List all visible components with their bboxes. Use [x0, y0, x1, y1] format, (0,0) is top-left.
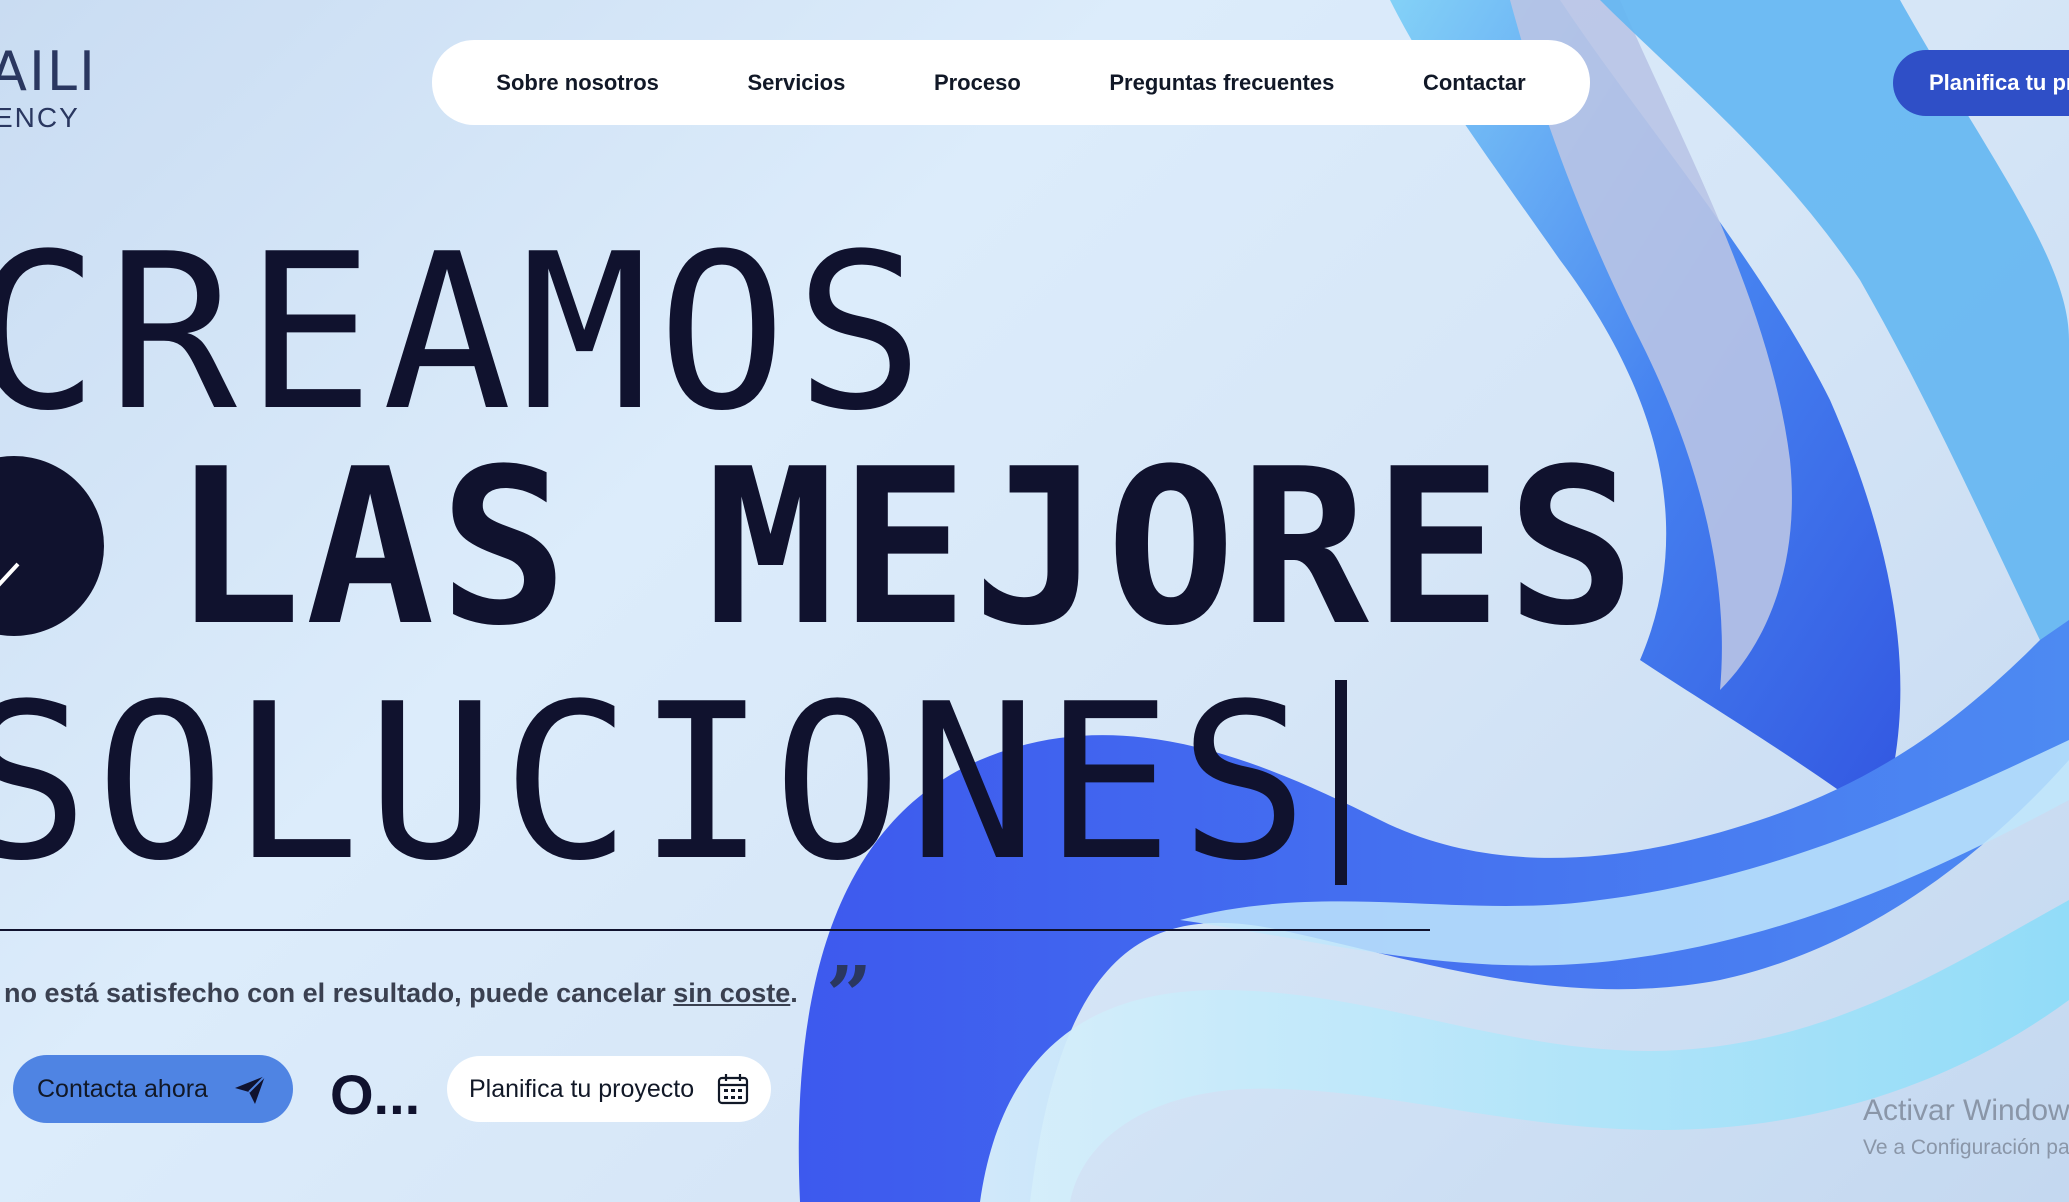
- guarantee-text-end: .: [790, 978, 798, 1008]
- windows-activation-watermark: Activar Window Ve a Configuración pa: [1863, 1094, 2069, 1160]
- plan-project-button[interactable]: Planifica tu proyecto: [447, 1056, 771, 1122]
- nav-item-faq[interactable]: Preguntas frecuentes: [1109, 70, 1334, 96]
- watermark-title: Activar Window: [1863, 1094, 2069, 1127]
- nav-item-process[interactable]: Proceso: [934, 70, 1021, 96]
- or-separator: O...: [330, 1063, 421, 1126]
- nav-item-contact[interactable]: Contactar: [1423, 70, 1526, 96]
- nav-item-about[interactable]: Sobre nosotros: [496, 70, 659, 96]
- hero-divider: [0, 929, 1430, 931]
- no-cost-link[interactable]: sin coste: [673, 978, 790, 1008]
- guarantee-text: no está satisfecho con el resultado, pue…: [4, 978, 798, 1009]
- logo-subtitle: ENCY: [0, 102, 80, 133]
- watermark-subtitle: Ve a Configuración pa: [1863, 1136, 2069, 1159]
- calendar-icon: [717, 1074, 749, 1105]
- nav-item-services[interactable]: Servicios: [747, 70, 845, 96]
- main-nav: Sobre nosotros Servicios Proceso Pregunt…: [432, 40, 1590, 125]
- hero-line-1: CREAMOS: [0, 207, 933, 458]
- landing-page: AILI ENCY Sobre nosotros Servicios Proce…: [0, 0, 2069, 1202]
- plan-project-label: Planifica tu proyecto: [469, 1074, 695, 1103]
- quote-icon: ”: [826, 948, 873, 1042]
- arrow-down-icon: [0, 562, 20, 587]
- plan-project-header-button[interactable]: Planifica tu pr: [1893, 50, 2069, 116]
- typing-cursor: [1335, 680, 1347, 885]
- hero-line-2: LAS MEJORES: [172, 422, 1640, 673]
- brand-logo[interactable]: AILI ENCY: [0, 40, 120, 140]
- logo-mark: AILI: [0, 40, 97, 103]
- contact-now-button[interactable]: Contacta ahora: [13, 1055, 293, 1123]
- contact-now-label: Contacta ahora: [37, 1074, 208, 1103]
- hero-line-3: SOLUCIONES: [0, 657, 1315, 908]
- send-icon: [235, 1075, 266, 1104]
- guarantee-text-body: no está satisfecho con el resultado, pue…: [4, 978, 674, 1008]
